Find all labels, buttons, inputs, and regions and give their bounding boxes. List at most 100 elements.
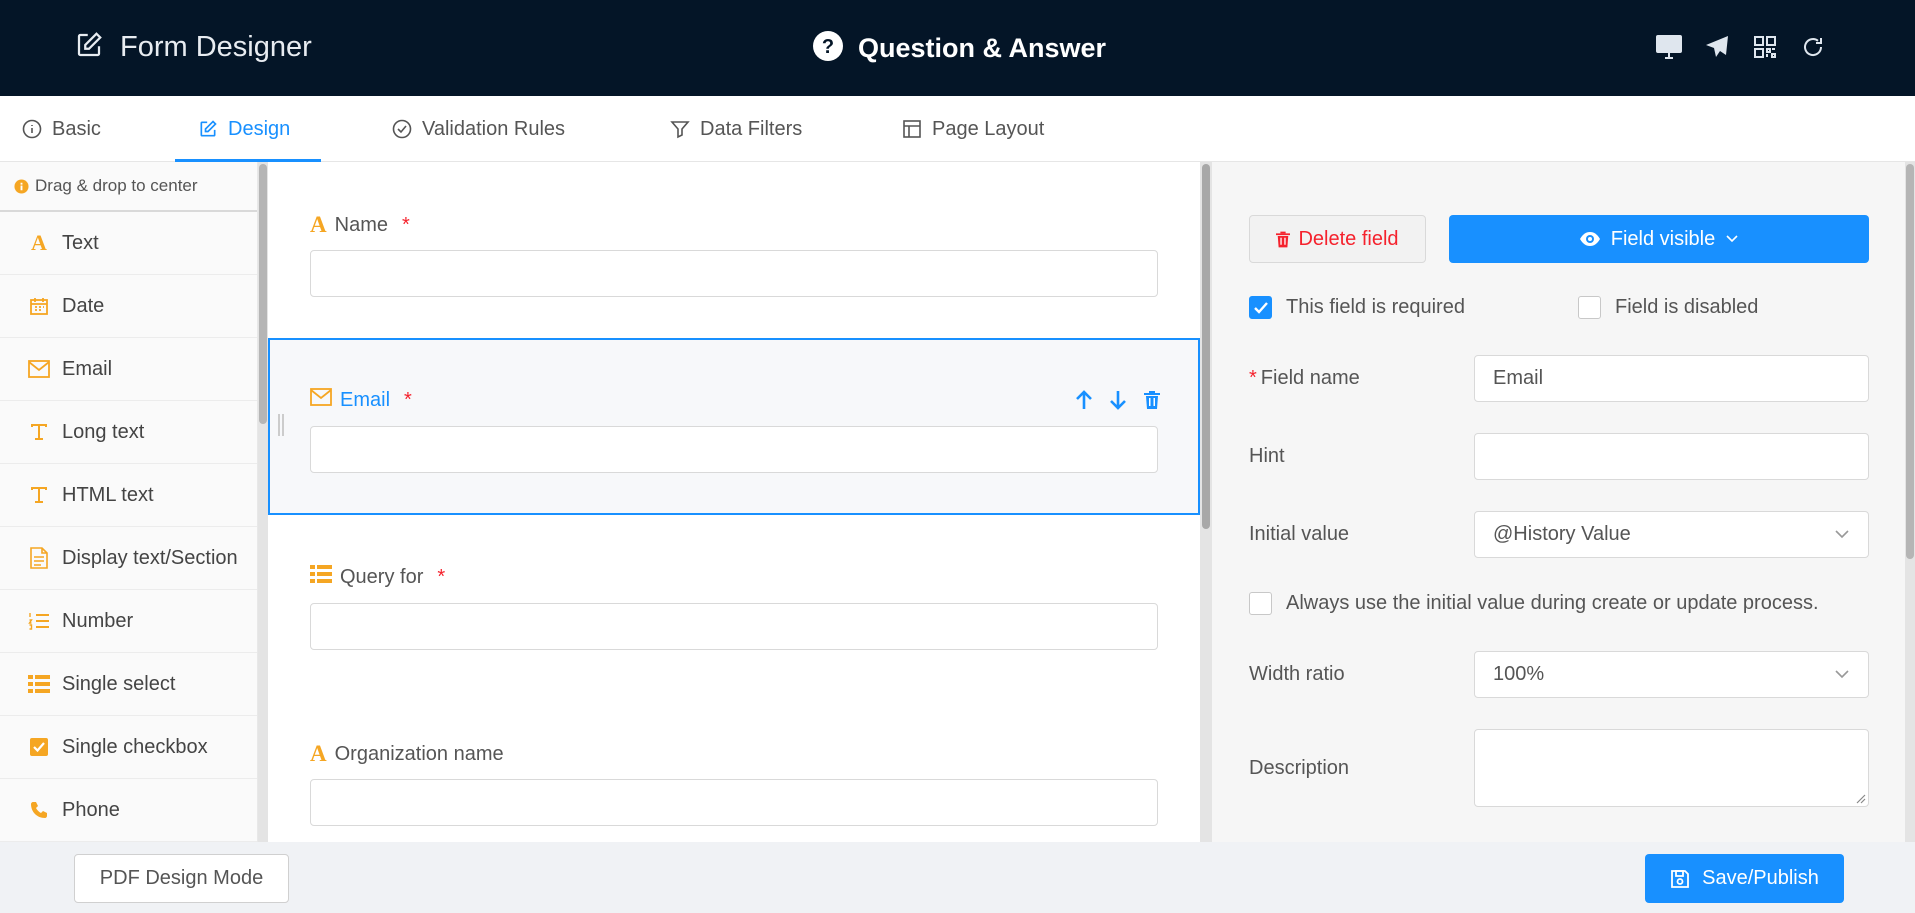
- form-title-text: Question & Answer: [858, 33, 1107, 63]
- chevron-down-icon: [1835, 530, 1849, 539]
- always-initial-label: Always use the initial value during crea…: [1286, 592, 1819, 614]
- delete-field-button[interactable]: Delete field: [1249, 215, 1426, 263]
- send-icon[interactable]: [1703, 33, 1731, 61]
- palette-item-label: Display text/Section: [62, 546, 238, 569]
- eye-icon: [1579, 232, 1600, 246]
- organization-name-input[interactable]: [310, 779, 1158, 826]
- text-icon: [28, 485, 50, 505]
- always-initial-checkbox-row[interactable]: Always use the initial value during crea…: [1249, 592, 1819, 615]
- palette-item-single-select[interactable]: Single select: [0, 653, 257, 716]
- palette-item-long-text[interactable]: Long text: [0, 401, 257, 464]
- file-text-icon: [28, 547, 50, 569]
- font-icon: A: [31, 230, 47, 255]
- check-circle-icon: [392, 119, 412, 139]
- canvas-field-email[interactable]: Email *: [268, 338, 1200, 515]
- resize-handle-icon[interactable]: [1854, 792, 1866, 804]
- email-input[interactable]: [310, 426, 1158, 473]
- canvas-field-organization-name[interactable]: A Organization name: [268, 691, 1200, 842]
- field-name-value: Email: [1493, 367, 1544, 389]
- tab-basic[interactable]: Basic: [22, 96, 101, 162]
- field-name-input[interactable]: Email: [1474, 355, 1869, 402]
- info-icon: [22, 119, 42, 139]
- app-header: Form Designer ? Question & Answer: [0, 0, 1915, 96]
- arrow-down-icon[interactable]: [1108, 390, 1128, 410]
- palette-item-label: Phone: [62, 798, 120, 821]
- calendar-icon: [28, 296, 50, 316]
- scrollbar-thumb[interactable]: [1906, 164, 1914, 559]
- properties-scrollbar[interactable]: [1905, 162, 1915, 842]
- required-marker: *: [404, 388, 412, 411]
- palette-item-label: Single checkbox: [62, 735, 208, 758]
- palette-hint: Drag & drop to center: [0, 162, 257, 212]
- query-for-input[interactable]: [310, 603, 1158, 650]
- palette-item-display-text[interactable]: Display text/Section: [0, 527, 257, 590]
- field-label-text: Query for: [340, 565, 424, 588]
- field-visible-dropdown[interactable]: Field visible: [1449, 215, 1869, 263]
- palette-item-single-checkbox[interactable]: Single checkbox: [0, 716, 257, 779]
- palette-item-text[interactable]: A Text: [0, 212, 257, 275]
- field-palette: Drag & drop to center A Text Date Email …: [0, 162, 258, 842]
- disabled-checkbox-row[interactable]: Field is disabled: [1578, 296, 1758, 319]
- palette-scrollbar[interactable]: [258, 162, 268, 842]
- refresh-icon[interactable]: [1799, 33, 1827, 61]
- header-tools: [1655, 33, 1827, 61]
- description-textarea[interactable]: [1474, 729, 1869, 807]
- save-publish-label: Save/Publish: [1702, 867, 1819, 889]
- delete-field-label: Delete field: [1298, 227, 1399, 250]
- required-marker: *: [401, 213, 410, 236]
- tab-design[interactable]: Design: [198, 96, 290, 162]
- edit-icon: [200, 120, 217, 137]
- pdf-design-mode-button[interactable]: PDF Design Mode: [74, 854, 289, 903]
- arrow-up-icon[interactable]: [1074, 390, 1094, 410]
- required-checkbox-row[interactable]: This field is required: [1249, 296, 1465, 319]
- save-icon: [1671, 869, 1690, 888]
- canvas-field-name[interactable]: A Name *: [268, 162, 1200, 338]
- scrollbar-thumb[interactable]: [1202, 164, 1210, 529]
- desktop-icon[interactable]: [1655, 33, 1683, 61]
- delete-icon[interactable]: [1142, 390, 1162, 410]
- drag-handle[interactable]: [278, 414, 284, 436]
- palette-item-html-text[interactable]: HTML text: [0, 464, 257, 527]
- disabled-checkbox-label: Field is disabled: [1615, 296, 1759, 318]
- ordered-list-icon: [28, 611, 50, 631]
- hint-input[interactable]: [1474, 433, 1869, 480]
- tab-label: Validation Rules: [422, 117, 566, 140]
- always-initial-checkbox[interactable]: [1249, 592, 1272, 615]
- palette-item-phone[interactable]: Phone: [0, 779, 257, 842]
- palette-item-email[interactable]: Email: [0, 338, 257, 401]
- palette-item-number[interactable]: Number: [0, 590, 257, 653]
- text-icon: [28, 422, 50, 442]
- scrollbar-thumb[interactable]: [259, 164, 267, 424]
- chevron-down-icon: [1835, 670, 1849, 679]
- check-icon: [1253, 301, 1268, 314]
- required-checkbox[interactable]: [1249, 296, 1272, 319]
- palette-item-label: Long text: [62, 420, 145, 443]
- tab-data-filters[interactable]: Data Filters: [670, 96, 802, 162]
- required-marker: *: [437, 565, 446, 588]
- mail-icon: [310, 388, 332, 412]
- qrcode-icon[interactable]: [1751, 33, 1779, 61]
- field-properties-panel: Delete field Field visible This field is…: [1212, 162, 1905, 842]
- svg-text:?: ?: [822, 36, 834, 58]
- palette-item-date[interactable]: Date: [0, 275, 257, 338]
- canvas-field-query-for[interactable]: Query for *: [268, 515, 1200, 691]
- width-ratio-select[interactable]: 100%: [1474, 651, 1869, 698]
- field-label-text: Email: [340, 388, 391, 411]
- palette-item-label: Text: [62, 231, 99, 254]
- filter-icon: [670, 121, 690, 139]
- name-input[interactable]: [310, 250, 1158, 297]
- save-publish-button[interactable]: Save/Publish: [1645, 854, 1844, 903]
- tab-page-layout[interactable]: Page Layout: [902, 96, 1044, 162]
- disabled-checkbox[interactable]: [1578, 296, 1601, 319]
- required-checkbox-label: This field is required: [1286, 296, 1465, 318]
- initial-value-select[interactable]: @History Value: [1474, 511, 1869, 558]
- footer-bar: PDF Design Mode Save/Publish: [0, 842, 1915, 913]
- required-marker: *: [1249, 367, 1257, 389]
- canvas-scrollbar[interactable]: [1200, 162, 1212, 842]
- info-circle-icon: [14, 178, 29, 194]
- tab-validation-rules[interactable]: Validation Rules: [392, 96, 565, 162]
- palette-item-label: Number: [62, 609, 134, 632]
- phone-icon: [28, 801, 50, 819]
- tab-label: Data Filters: [700, 117, 803, 140]
- field-label: A Organization name: [310, 741, 504, 767]
